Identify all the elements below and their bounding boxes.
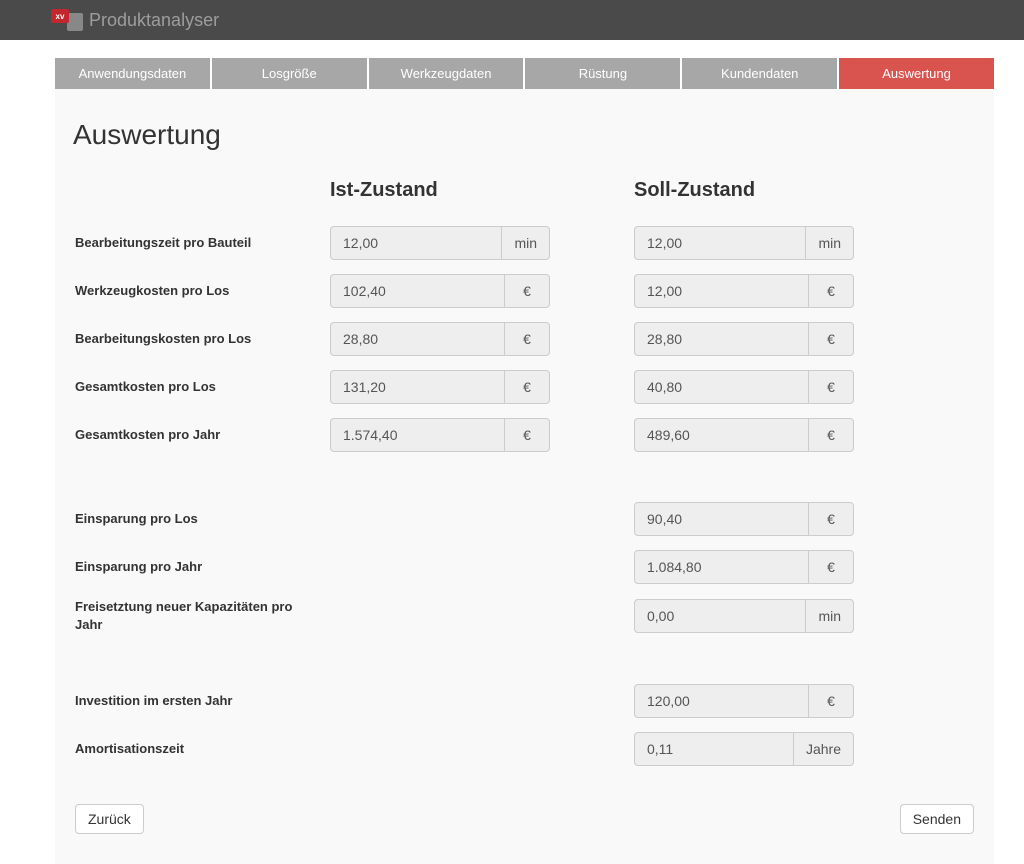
- label-bearbeitungskosten: Bearbeitungskosten pro Los: [75, 330, 330, 348]
- label-werkzeugkosten: Werkzeugkosten pro Los: [75, 282, 330, 300]
- app-logo-icon: xv: [55, 7, 81, 33]
- soll-gesamtkosten-los-value[interactable]: 40,80: [634, 370, 808, 404]
- unit-min: min: [805, 599, 854, 633]
- unit-eur: €: [808, 550, 854, 584]
- unit-eur: €: [504, 418, 550, 452]
- soll-bearbeitungszeit-value[interactable]: 12,00: [634, 226, 805, 260]
- label-einsparung-los: Einsparung pro Los: [75, 510, 330, 528]
- app-title: Produktanalyser: [89, 10, 219, 31]
- unit-jahre: Jahre: [793, 732, 854, 766]
- label-amortisation: Amortisationszeit: [75, 740, 330, 758]
- tab-ruestung[interactable]: Rüstung: [525, 58, 680, 89]
- ist-bearbeitungskosten: 28,80 €: [330, 322, 550, 356]
- ist-bearbeitungskosten-value[interactable]: 28,80: [330, 322, 504, 356]
- unit-eur: €: [504, 322, 550, 356]
- col-header-ist: Ist-Zustand: [330, 179, 550, 212]
- topbar: xv Produktanalyser: [0, 0, 1024, 40]
- ist-gesamtkosten-los-value[interactable]: 131,20: [330, 370, 504, 404]
- soll-werkzeugkosten: 12,00 €: [634, 274, 854, 308]
- soll-bearbeitungskosten: 28,80 €: [634, 322, 854, 356]
- back-button[interactable]: Zurück: [75, 804, 144, 834]
- label-freisetzung: Freisetztung neuer Kapazitäten pro Jahr: [75, 598, 330, 634]
- tab-anwendungsdaten[interactable]: Anwendungsdaten: [55, 58, 210, 89]
- soll-gesamtkosten-jahr: 489,60 €: [634, 418, 854, 452]
- ist-gesamtkosten-los: 131,20 €: [330, 370, 550, 404]
- label-bearbeitungszeit: Bearbeitungszeit pro Bauteil: [75, 234, 330, 252]
- soll-amortisation: 0,11 Jahre: [634, 732, 854, 766]
- soll-einsparung-jahr: 1.084,80 €: [634, 550, 854, 584]
- soll-einsparung-jahr-value[interactable]: 1.084,80: [634, 550, 808, 584]
- page-title: Auswertung: [73, 119, 974, 151]
- ist-werkzeugkosten-value[interactable]: 102,40: [330, 274, 504, 308]
- soll-freisetzung-value[interactable]: 0,00: [634, 599, 805, 633]
- col-header-soll: Soll-Zustand: [634, 179, 854, 212]
- unit-eur: €: [808, 502, 854, 536]
- soll-freisetzung: 0,00 min: [634, 599, 854, 633]
- soll-einsparung-los-value[interactable]: 90,40: [634, 502, 808, 536]
- unit-min: min: [805, 226, 854, 260]
- results-grid: Ist-Zustand Soll-Zustand Bearbeitungszei…: [75, 179, 974, 766]
- send-button[interactable]: Senden: [900, 804, 974, 834]
- unit-eur: €: [808, 370, 854, 404]
- unit-eur: €: [808, 274, 854, 308]
- soll-werkzeugkosten-value[interactable]: 12,00: [634, 274, 808, 308]
- soll-bearbeitungszeit: 12,00 min: [634, 226, 854, 260]
- unit-eur: €: [808, 322, 854, 356]
- label-einsparung-jahr: Einsparung pro Jahr: [75, 558, 330, 576]
- unit-eur: €: [808, 418, 854, 452]
- tab-auswertung[interactable]: Auswertung: [839, 58, 994, 89]
- tab-losgroesse[interactable]: Losgröße: [212, 58, 367, 89]
- ist-bearbeitungszeit: 12,00 min: [330, 226, 550, 260]
- label-gesamtkosten-jahr: Gesamtkosten pro Jahr: [75, 426, 330, 444]
- tab-bar: Anwendungsdaten Losgröße Werkzeugdaten R…: [55, 58, 994, 89]
- soll-amortisation-value[interactable]: 0,11: [634, 732, 793, 766]
- soll-gesamtkosten-los: 40,80 €: [634, 370, 854, 404]
- unit-eur: €: [504, 274, 550, 308]
- label-gesamtkosten-los: Gesamtkosten pro Los: [75, 378, 330, 396]
- ist-werkzeugkosten: 102,40 €: [330, 274, 550, 308]
- soll-bearbeitungskosten-value[interactable]: 28,80: [634, 322, 808, 356]
- soll-einsparung-los: 90,40 €: [634, 502, 854, 536]
- unit-min: min: [501, 226, 550, 260]
- soll-gesamtkosten-jahr-value[interactable]: 489,60: [634, 418, 808, 452]
- tab-kundendaten[interactable]: Kundendaten: [682, 58, 837, 89]
- label-investition: Investition im ersten Jahr: [75, 692, 330, 710]
- ist-bearbeitungszeit-value[interactable]: 12,00: [330, 226, 501, 260]
- ist-gesamtkosten-jahr-value[interactable]: 1.574,40: [330, 418, 504, 452]
- unit-eur: €: [808, 684, 854, 718]
- button-row: Zurück Senden: [75, 804, 974, 834]
- ist-gesamtkosten-jahr: 1.574,40 €: [330, 418, 550, 452]
- soll-investition-value[interactable]: 120,00: [634, 684, 808, 718]
- unit-eur: €: [504, 370, 550, 404]
- tab-werkzeugdaten[interactable]: Werkzeugdaten: [369, 58, 524, 89]
- main-panel: Auswertung Ist-Zustand Soll-Zustand Bear…: [55, 89, 994, 864]
- soll-investition: 120,00 €: [634, 684, 854, 718]
